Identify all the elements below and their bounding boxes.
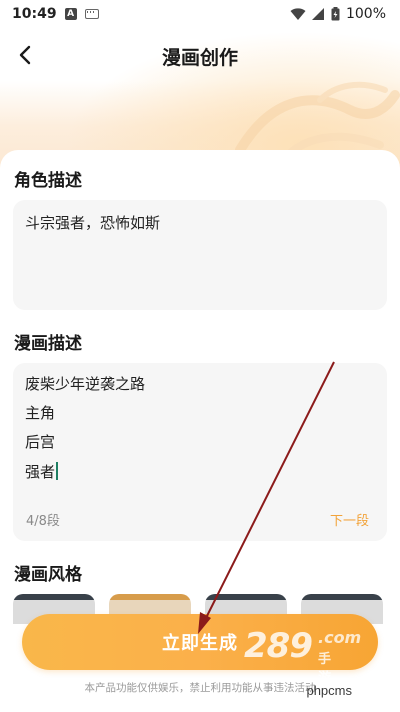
character-description-value: 斗宗强者，恐怖如斯 — [25, 214, 161, 232]
keyboard-icon — [84, 9, 99, 19]
navigation-bar: 漫画创作 — [0, 30, 400, 82]
watermark-site: phpcms — [306, 683, 352, 698]
comic-line-last: 强者 — [25, 462, 375, 491]
watermark-logo: 289 .com 手游网 — [244, 626, 361, 705]
segment-count: 4/8段 — [26, 514, 60, 529]
comic-section-title: 漫画描述 — [14, 334, 82, 354]
text-cursor — [56, 462, 58, 480]
chevron-left-icon — [19, 45, 31, 65]
watermark-com: .com — [318, 628, 362, 647]
watermark-number: 289 — [244, 626, 313, 666]
page-title: 漫画创作 — [161, 46, 238, 69]
character-section-title: 角色描述 — [14, 171, 82, 191]
a-notification-icon: A — [64, 8, 77, 20]
next-segment-button[interactable]: 下一段 — [330, 510, 369, 529]
character-description-input[interactable]: 斗宗强者，恐怖如斯 — [13, 200, 387, 310]
comic-line: 废柴少年逆袭之路 — [25, 375, 146, 393]
comic-description-input[interactable]: 废柴少年逆袭之路 主角 后宫 强者 4/8段 下一段 — [13, 363, 387, 541]
status-time: 10:49 — [12, 6, 57, 22]
comic-description-lines: 废柴少年逆袭之路 主角 后宫 强者 — [25, 375, 375, 491]
comic-line: 强者 — [25, 463, 56, 481]
status-bar: 10:49 A 100% — [0, 0, 400, 28]
wifi-icon — [290, 7, 306, 20]
signal-icon — [311, 7, 324, 20]
battery-icon — [331, 7, 340, 21]
comic-line: 后宫 — [25, 433, 56, 451]
back-button[interactable] — [12, 42, 38, 68]
style-section-title: 漫画风格 — [14, 565, 82, 585]
comic-line: 主角 — [25, 404, 56, 422]
battery-percent: 100% — [345, 6, 386, 22]
